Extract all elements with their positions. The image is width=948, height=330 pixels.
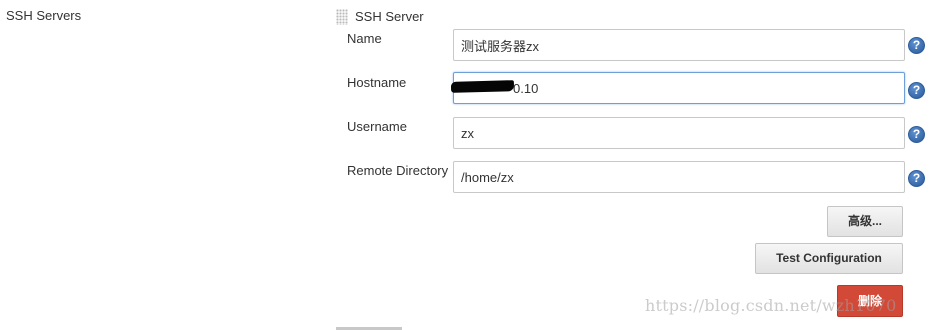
name-input[interactable] xyxy=(453,29,905,61)
name-label: Name xyxy=(347,31,382,46)
remote-directory-input[interactable] xyxy=(453,161,905,193)
help-icon[interactable]: ? xyxy=(908,37,925,54)
drag-handle[interactable] xyxy=(336,9,348,25)
server-block-title: SSH Server xyxy=(355,9,424,24)
hostname-label: Hostname xyxy=(347,75,407,90)
redaction-mark xyxy=(450,80,515,93)
username-input[interactable] xyxy=(453,117,905,149)
help-icon[interactable]: ? xyxy=(908,170,925,187)
remote-directory-label: Remote Directory xyxy=(347,163,449,178)
watermark: https://blog.csdn.net/wzh1070 xyxy=(645,296,897,315)
section-label: SSH Servers xyxy=(6,8,82,23)
help-icon[interactable]: ? xyxy=(908,126,925,143)
test-configuration-button[interactable]: Test Configuration xyxy=(755,243,903,274)
username-label: Username xyxy=(347,119,407,134)
advanced-button[interactable]: 高级... xyxy=(827,206,903,237)
hostname-input[interactable] xyxy=(453,72,905,104)
help-icon[interactable]: ? xyxy=(908,82,925,99)
